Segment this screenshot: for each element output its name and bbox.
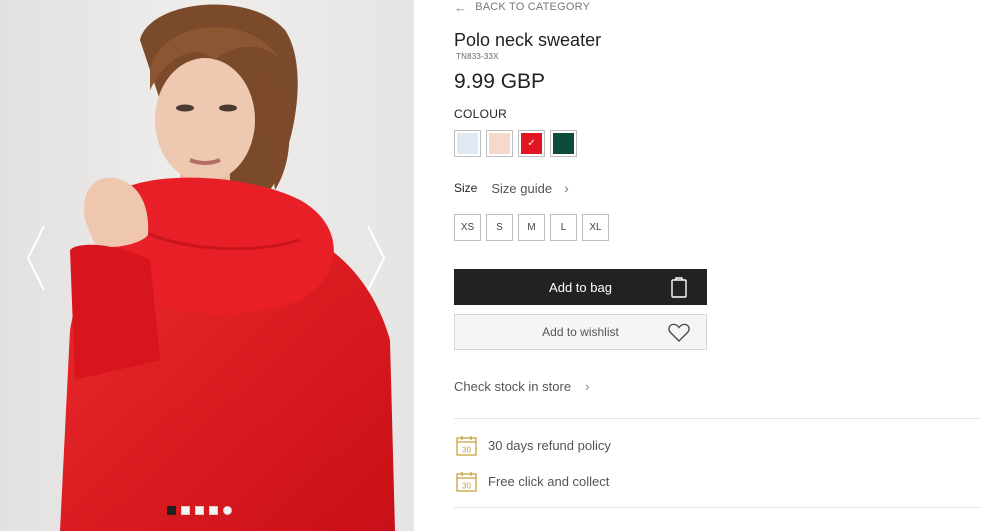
- arrow-left-icon: ←: [454, 0, 468, 15]
- size-guide-label: Size guide: [491, 180, 553, 196]
- calendar-30-icon: 30: [456, 472, 477, 492]
- product-sku: TN833-33X: [456, 52, 499, 61]
- gallery-dot-1[interactable]: [167, 506, 176, 515]
- heart-icon: [668, 323, 690, 342]
- back-to-category-label: BACK TO CATEGORY: [475, 1, 591, 13]
- size-option-m[interactable]: M: [518, 214, 545, 241]
- chevron-right-icon: ›: [585, 378, 590, 394]
- perk-refund-policy: 30 30 days refund policy: [456, 435, 611, 456]
- gallery-dot-5[interactable]: [223, 506, 232, 515]
- svg-text:30: 30: [462, 446, 471, 455]
- colour-swatch-dark-green[interactable]: [550, 130, 577, 157]
- shopping-bag-icon: [671, 277, 687, 298]
- size-row: Size Size guide ›: [454, 180, 569, 196]
- size-option-s[interactable]: S: [486, 214, 513, 241]
- gallery-dots: [167, 506, 232, 515]
- svg-text:30: 30: [462, 482, 471, 491]
- product-price: 9.99 GBP: [454, 70, 546, 93]
- size-guide-link[interactable]: Size guide ›: [491, 180, 568, 196]
- chevron-left-icon: [26, 225, 45, 291]
- size-option-l[interactable]: L: [550, 214, 577, 241]
- perk-collect-label: Free click and collect: [488, 474, 610, 489]
- divider: [454, 418, 981, 419]
- colour-swatch-light-blue[interactable]: [454, 130, 481, 157]
- back-to-category-link[interactable]: ← BACK TO CATEGORY: [454, 0, 590, 14]
- size-option-xl[interactable]: XL: [582, 214, 609, 241]
- calendar-30-icon: 30: [456, 436, 477, 456]
- add-to-bag-button[interactable]: Add to bag: [454, 269, 707, 305]
- product-photo: [0, 0, 414, 531]
- perk-refund-label: 30 days refund policy: [488, 438, 611, 453]
- colour-swatch-pale-pink[interactable]: [486, 130, 513, 157]
- colour-label: COLOUR: [454, 107, 508, 121]
- divider: [454, 507, 981, 508]
- check-stock-label: Check stock in store: [454, 378, 572, 394]
- gallery-dot-3[interactable]: [195, 506, 204, 515]
- gallery-dot-2[interactable]: [181, 506, 190, 515]
- check-stock-link[interactable]: Check stock in store ›: [454, 378, 590, 394]
- product-gallery: [0, 0, 414, 531]
- size-label: Size: [454, 181, 478, 195]
- size-option-xs[interactable]: XS: [454, 214, 481, 241]
- size-options: XS S M L XL: [454, 214, 609, 241]
- gallery-prev-arrow[interactable]: [24, 222, 48, 294]
- add-to-wishlist-button[interactable]: Add to wishlist: [454, 314, 707, 350]
- add-to-wishlist-label: Add to wishlist: [542, 325, 619, 339]
- gallery-dot-4[interactable]: [209, 506, 218, 515]
- checkmark-icon: ✓: [527, 138, 536, 149]
- perk-click-collect: 30 Free click and collect: [456, 471, 609, 492]
- chevron-right-icon: [367, 225, 386, 291]
- add-to-bag-label: Add to bag: [549, 279, 612, 295]
- colour-swatches: ✓: [454, 130, 577, 157]
- chevron-right-icon: ›: [564, 180, 569, 196]
- gallery-next-arrow[interactable]: [364, 222, 388, 294]
- product-title: Polo neck sweater: [454, 30, 602, 50]
- colour-swatch-red[interactable]: ✓: [518, 130, 545, 157]
